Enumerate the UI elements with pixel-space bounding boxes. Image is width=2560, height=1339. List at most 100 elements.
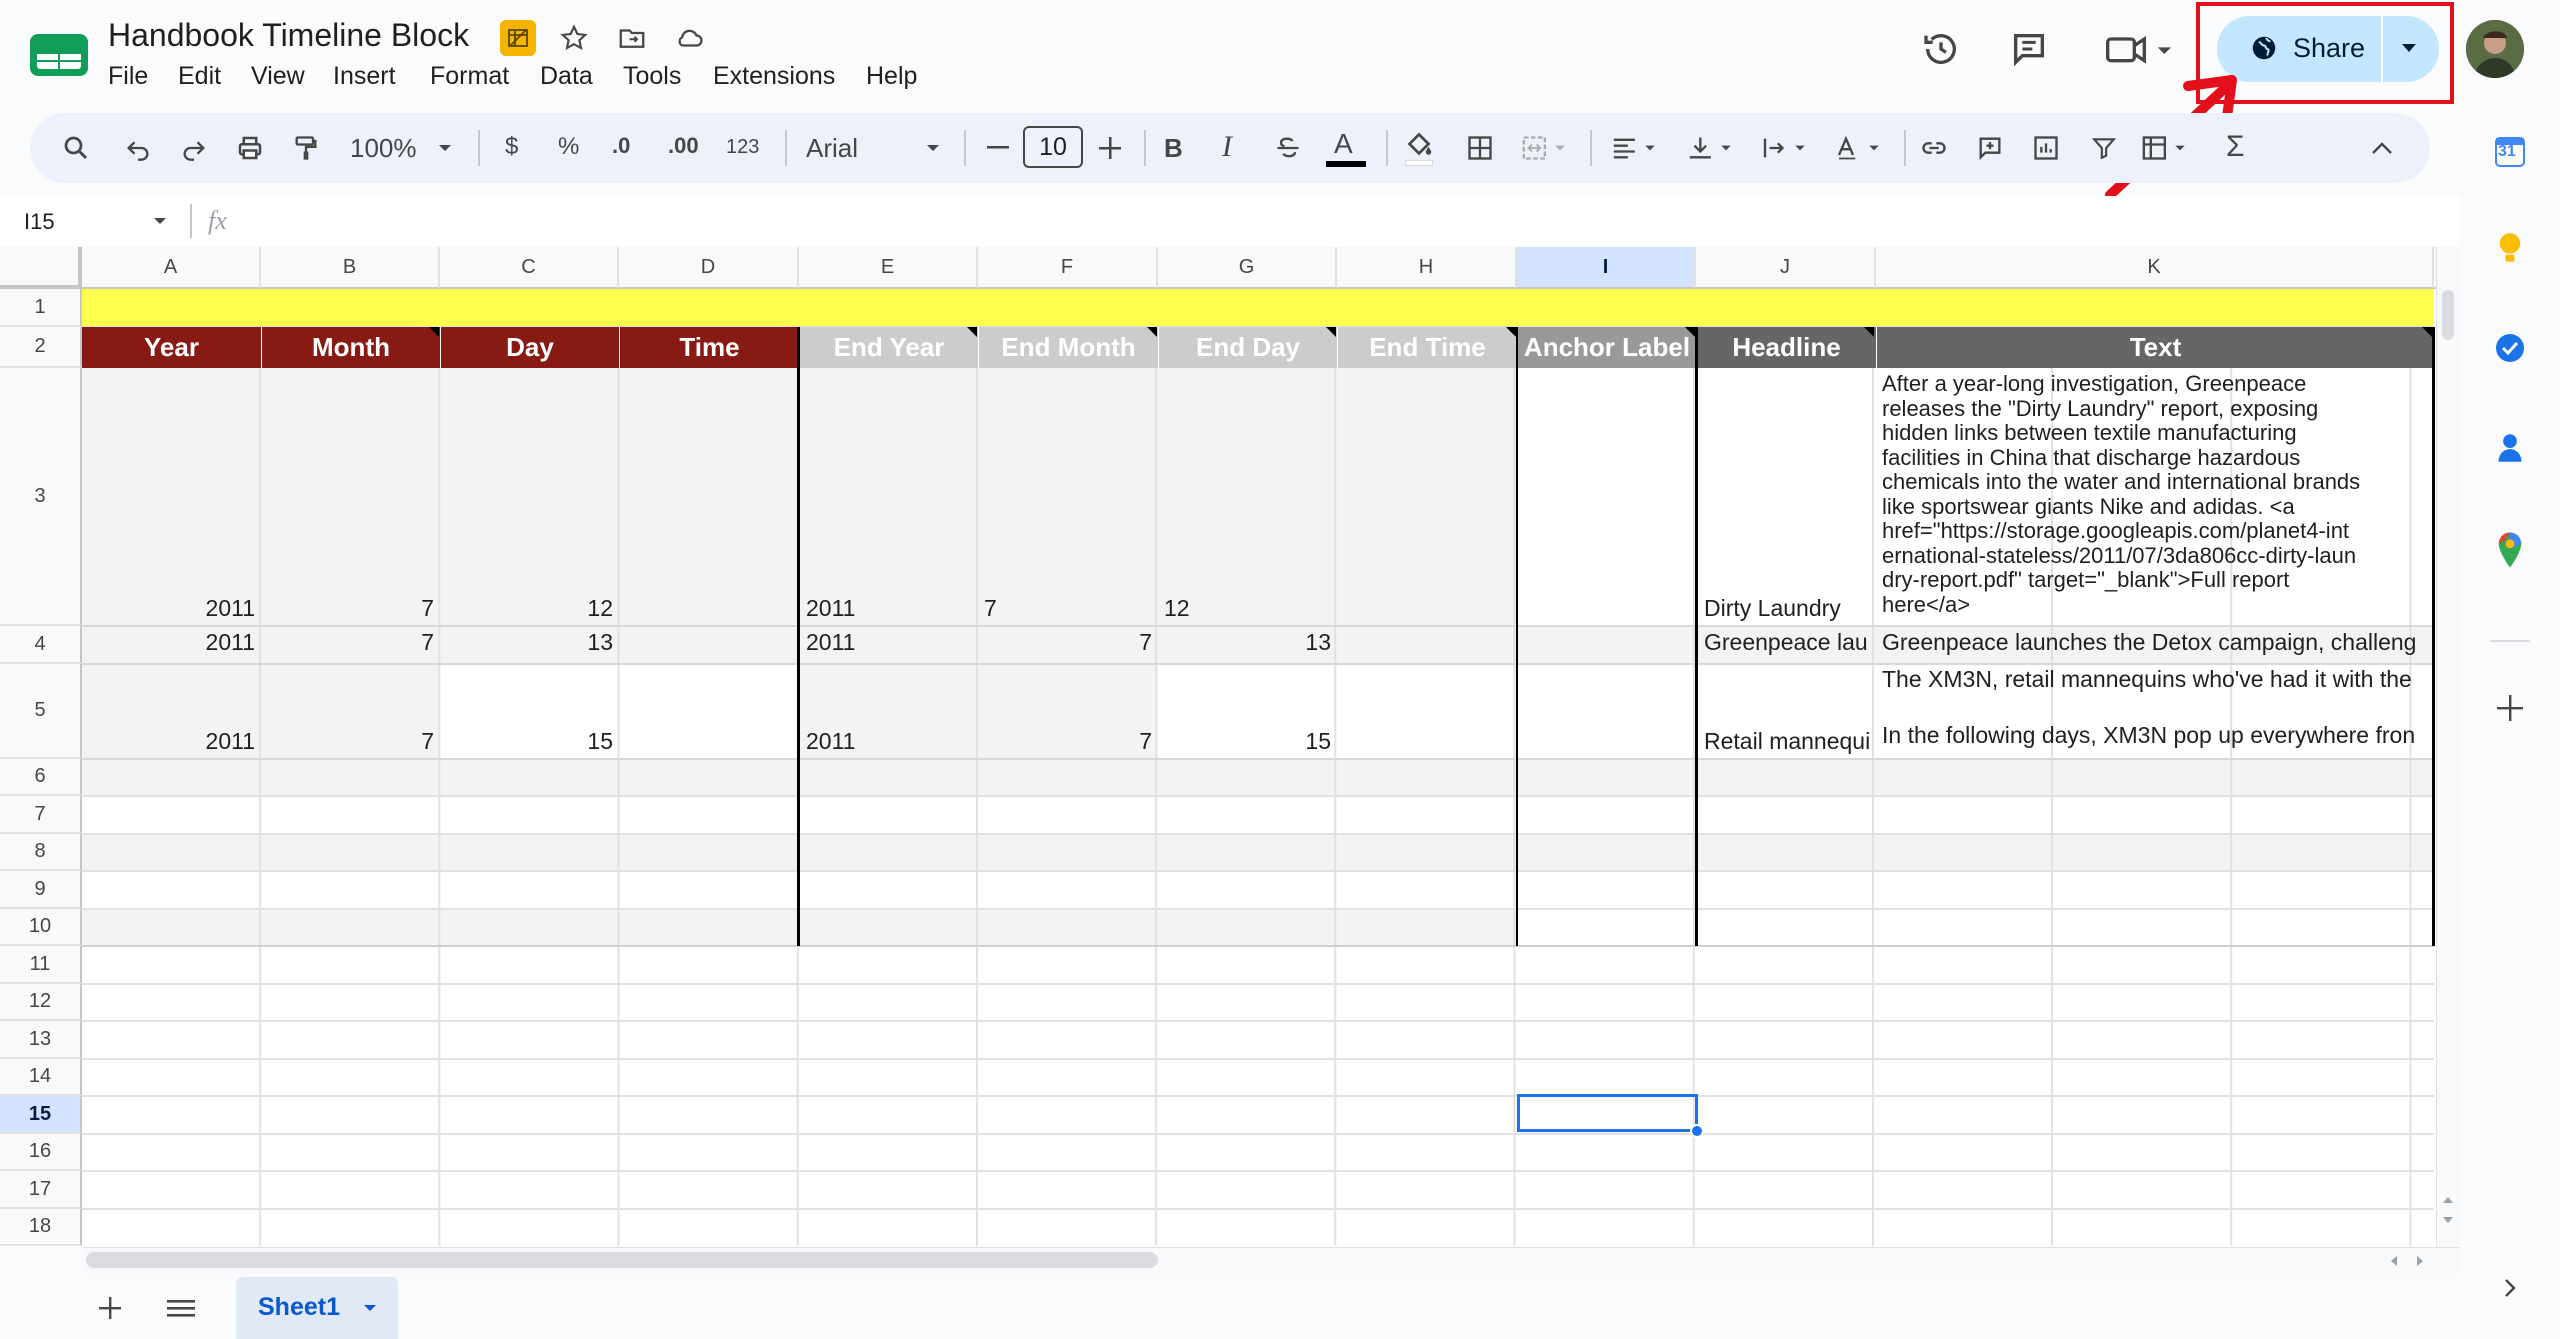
- cell-j5[interactable]: Retail mannequi: [1698, 664, 1876, 759]
- header-time[interactable]: Time: [620, 327, 799, 368]
- cell-k5-line1[interactable]: The XM3N, retail mannequins who've had i…: [1876, 666, 2432, 700]
- cell-k3[interactable]: After a year-long investigation, Greenpe…: [1882, 372, 2422, 624]
- horizontal-align-icon[interactable]: [1606, 130, 1666, 166]
- column-header-j[interactable]: J: [1696, 247, 1876, 289]
- cell-a4[interactable]: 2011: [82, 629, 261, 663]
- formula-input[interactable]: [250, 202, 2440, 242]
- cell-b3[interactable]: 7: [261, 368, 440, 626]
- column-header-h[interactable]: H: [1337, 247, 1517, 289]
- menu-tools[interactable]: Tools: [623, 62, 681, 91]
- cell-h4[interactable]: [1337, 629, 1517, 663]
- zoom-value[interactable]: 100%: [350, 133, 417, 164]
- vertical-scrollbar[interactable]: [2436, 247, 2460, 1247]
- cell-k4[interactable]: Greenpeace launches the Detox campaign, …: [1876, 629, 2432, 663]
- menu-data[interactable]: Data: [540, 62, 593, 91]
- paint-format-icon[interactable]: [286, 130, 326, 166]
- increase-decimal-button[interactable]: .00: [668, 133, 699, 159]
- menu-view[interactable]: View: [251, 62, 305, 91]
- menu-file[interactable]: File: [108, 62, 148, 91]
- cell-h5[interactable]: [1337, 664, 1517, 759]
- name-box[interactable]: I15: [24, 209, 55, 235]
- comments-icon[interactable]: [2006, 26, 2052, 72]
- menu-insert[interactable]: Insert: [333, 62, 396, 91]
- expand-side-panel-icon[interactable]: [2494, 1270, 2526, 1306]
- text-rotation-icon[interactable]: [1830, 130, 1890, 166]
- header-day[interactable]: Day: [441, 327, 619, 368]
- cell-d5[interactable]: [619, 664, 799, 759]
- all-sheets-menu-icon[interactable]: [162, 1290, 200, 1326]
- currency-format-button[interactable]: $: [505, 133, 518, 161]
- search-menus-icon[interactable]: [56, 130, 96, 166]
- menu-format[interactable]: Format: [430, 62, 509, 91]
- meet-video-icon[interactable]: [2100, 26, 2182, 72]
- row-header-2[interactable]: 2: [0, 327, 82, 368]
- menu-help[interactable]: Help: [866, 62, 917, 91]
- header-headline[interactable]: Headline: [1697, 327, 1876, 368]
- cell-e5[interactable]: 2011: [800, 664, 978, 759]
- text-color-button[interactable]: A: [1334, 128, 1353, 160]
- undo-icon[interactable]: [118, 130, 158, 166]
- cell-g4[interactable]: 13: [1158, 629, 1337, 663]
- cell-c5[interactable]: 15: [440, 664, 619, 759]
- cell-j4[interactable]: Greenpeace lau: [1698, 629, 1876, 663]
- cell-f4[interactable]: 7: [978, 629, 1158, 663]
- scroll-up-icon[interactable]: [2440, 1192, 2456, 1208]
- get-addons-plus-icon[interactable]: [2490, 688, 2530, 728]
- decrease-font-size-icon[interactable]: [980, 130, 1016, 166]
- maps-icon[interactable]: [2490, 528, 2530, 572]
- row-header-5[interactable]: 5: [0, 664, 82, 759]
- account-avatar[interactable]: [2466, 20, 2524, 78]
- select-all-corner[interactable]: [0, 247, 82, 289]
- header-end-month[interactable]: End Month: [979, 327, 1158, 368]
- font-dropdown-icon[interactable]: [920, 136, 946, 160]
- menu-extensions[interactable]: Extensions: [713, 62, 835, 91]
- contacts-icon[interactable]: [2490, 428, 2530, 468]
- column-header-g[interactable]: G: [1158, 247, 1337, 289]
- vertical-scroll-thumb[interactable]: [2442, 290, 2454, 340]
- bold-button[interactable]: B: [1164, 133, 1183, 164]
- column-header-e[interactable]: E: [799, 247, 978, 289]
- cell-d4[interactable]: [619, 629, 799, 663]
- row-header-13[interactable]: 13: [0, 1021, 82, 1059]
- sheet-tab-dropdown-icon[interactable]: [358, 1298, 382, 1318]
- tasks-icon[interactable]: [2490, 328, 2530, 368]
- cell-i4[interactable]: [1518, 629, 1696, 663]
- name-box-dropdown-icon[interactable]: [148, 210, 172, 232]
- fill-handle[interactable]: [1690, 1124, 1704, 1138]
- cell-h3[interactable]: [1337, 368, 1517, 626]
- row-header-1[interactable]: 1: [0, 289, 82, 327]
- merge-cells-icon[interactable]: [1516, 130, 1576, 166]
- sheets-logo-icon[interactable]: [28, 32, 90, 78]
- filter-icon[interactable]: [2084, 130, 2124, 166]
- row-header-6[interactable]: 6: [0, 759, 82, 796]
- cell-i5[interactable]: [1518, 664, 1696, 759]
- italic-button[interactable]: I: [1222, 130, 1232, 164]
- move-folder-icon[interactable]: [614, 20, 650, 56]
- scroll-right-icon[interactable]: [2410, 1252, 2430, 1270]
- row-header-9[interactable]: 9: [0, 871, 82, 909]
- scroll-down-icon[interactable]: [2440, 1212, 2456, 1228]
- insert-link-icon[interactable]: [1914, 130, 1954, 166]
- header-month[interactable]: Month: [262, 327, 440, 368]
- cell-g3[interactable]: 12: [1158, 368, 1337, 626]
- increase-font-size-icon[interactable]: [1092, 130, 1128, 166]
- row-header-3[interactable]: 3: [0, 368, 82, 626]
- column-header-k[interactable]: K: [1876, 247, 2434, 289]
- cell-d3[interactable]: [619, 368, 799, 626]
- cell-k5-line2[interactable]: In the following days, XM3N pop up every…: [1876, 722, 2432, 756]
- functions-button[interactable]: Σ: [2226, 130, 2245, 164]
- cell-a3[interactable]: 2011: [82, 368, 261, 626]
- add-sheet-icon[interactable]: [92, 1290, 128, 1326]
- cell-c4[interactable]: 13: [440, 629, 619, 663]
- row-header-12[interactable]: 12: [0, 984, 82, 1021]
- font-family-select[interactable]: Arial: [806, 133, 858, 164]
- row-header-11[interactable]: 11: [0, 946, 82, 984]
- move-to-folder-badge-icon[interactable]: [500, 20, 536, 56]
- row-header-4[interactable]: 4: [0, 626, 82, 664]
- row-header-15[interactable]: 15: [0, 1096, 82, 1134]
- cell-j3[interactable]: Dirty Laundry: [1698, 368, 1876, 626]
- column-header-c[interactable]: C: [440, 247, 619, 289]
- keep-icon[interactable]: [2490, 228, 2530, 268]
- insert-comment-icon[interactable]: [1970, 130, 2010, 166]
- cloud-status-icon[interactable]: [670, 20, 708, 56]
